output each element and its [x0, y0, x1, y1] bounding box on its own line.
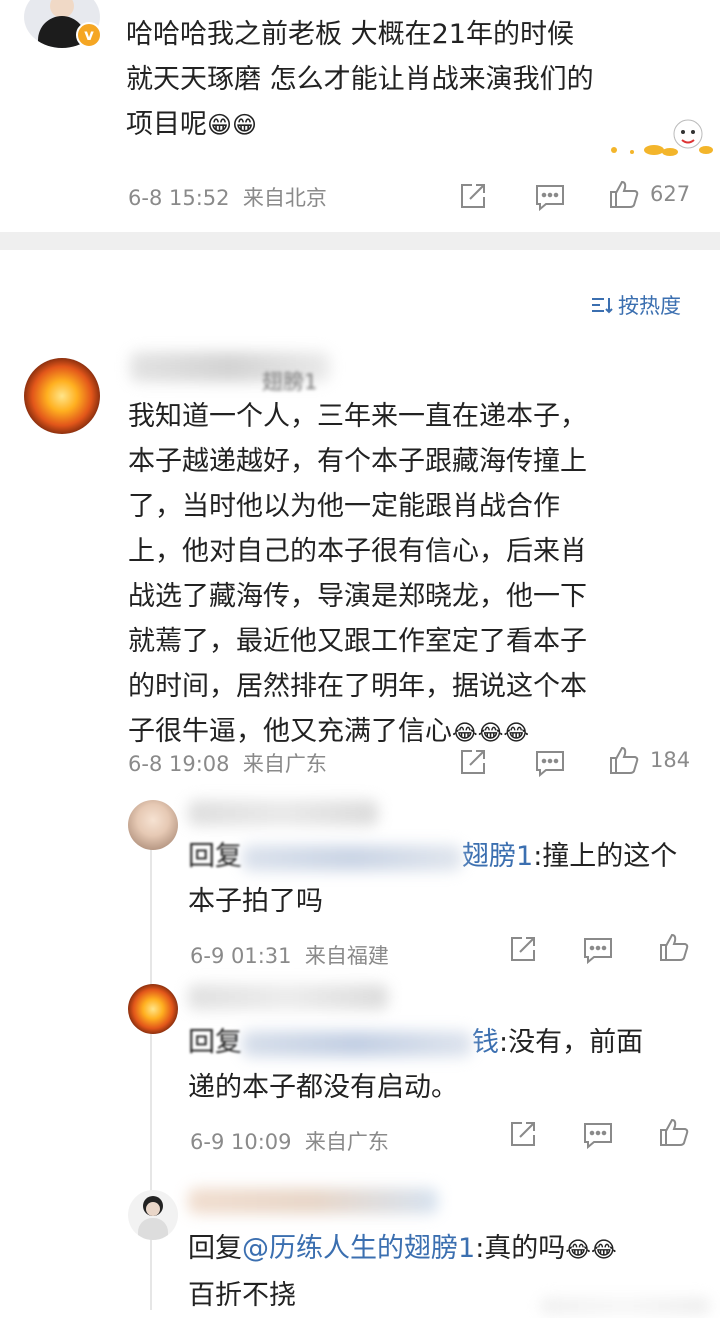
top-comment-meta: 6-8 15:52 来自北京: [128, 186, 327, 210]
reply1-text: 回复 翅膀1:撞上的这个 本子拍了吗: [188, 841, 678, 917]
thumbs-up-icon: [608, 744, 640, 776]
sort-icon: [590, 295, 614, 315]
verified-badge-icon: v: [76, 22, 102, 48]
laugh-cry-emoji: 😂😂😂: [452, 721, 530, 746]
share-icon[interactable]: [508, 934, 538, 964]
sort-toggle[interactable]: 按热度: [590, 290, 681, 320]
avatar-reply3[interactable]: [128, 1190, 178, 1240]
thumbs-up-icon: [608, 178, 640, 210]
like-button[interactable]: 184: [608, 744, 690, 776]
watermark: [540, 1298, 710, 1314]
thumbs-up-icon[interactable]: [658, 1116, 690, 1148]
like-count: 184: [650, 748, 691, 772]
grin-emoji: 😁😁: [207, 111, 258, 139]
avatar-reply2[interactable]: [128, 984, 178, 1034]
mention-link[interactable]: @历练人生的翅膀1: [242, 1233, 475, 1264]
comment-icon[interactable]: [582, 1120, 614, 1150]
comment-icon[interactable]: [582, 935, 614, 965]
main-comment-meta: 6-8 19:08 来自广东: [128, 752, 327, 776]
mention-blurred[interactable]: [242, 844, 462, 871]
reply2-text: 回复 钱:没有，前面 递的本子都没有启动。: [188, 1027, 644, 1103]
reply2-meta: 6-9 10:09 来自广东: [190, 1130, 389, 1154]
username-reply1-blurred[interactable]: [188, 800, 378, 826]
reply1-meta: 6-9 01:31 来自福建: [190, 944, 389, 968]
share-icon[interactable]: [458, 747, 488, 777]
mascot-decoration: [604, 110, 714, 158]
comment-icon[interactable]: [534, 182, 566, 212]
avatar-reply1[interactable]: [128, 800, 178, 850]
comment-icon[interactable]: [534, 748, 566, 778]
laugh-cry-emoji: 😂😂: [565, 1238, 617, 1263]
thumbs-up-icon[interactable]: [658, 931, 690, 963]
main-comment-text: 我知道一个人，三年来一直在递本子， 本子越递越好，有个本子跟藏海传撞上 了，当时…: [128, 401, 587, 747]
username-reply2-blurred[interactable]: [188, 984, 388, 1010]
section-divider: [0, 232, 720, 250]
mention-blurred[interactable]: [242, 1030, 472, 1057]
sort-label: 按热度: [618, 294, 681, 318]
username-reply3-blurred[interactable]: [188, 1188, 438, 1214]
avatar-main[interactable]: [24, 358, 100, 434]
share-icon[interactable]: [458, 181, 488, 211]
like-button[interactable]: 627: [608, 178, 690, 210]
share-icon[interactable]: [508, 1119, 538, 1149]
username-main-fragment: 翅膀1: [262, 370, 318, 394]
like-count: 627: [650, 182, 691, 206]
